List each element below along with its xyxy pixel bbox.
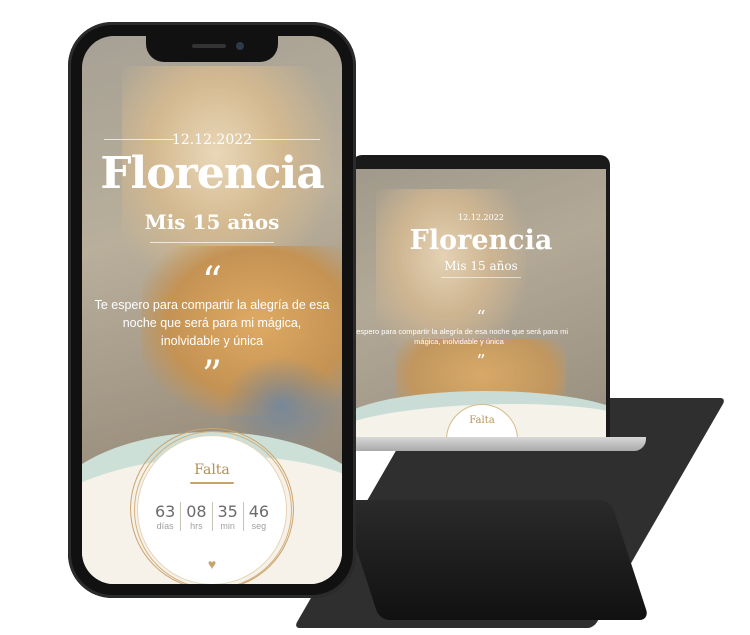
phone-mockup: 12.12.2022 Florencia Mis 15 años “ Te es… [68,22,356,598]
countdown-minutes: 35 min [213,502,244,531]
minutes-value: 35 [217,502,238,521]
phone-shadow [340,500,650,620]
countdown-hours: 08 hrs [181,502,213,531]
phone-screen: 12.12.2022 Florencia Mis 15 años “ Te es… [82,36,342,584]
phone-notch [146,36,278,62]
invitation-message: Te espero para compartir la alegría de e… [94,298,330,348]
laptop-divider [441,277,521,278]
days-value: 63 [154,502,176,521]
laptop-countdown-title: Falta [469,415,495,426]
countdown-units: 63 días 08 hrs 35 min 46 seg [150,502,274,531]
laptop-date: 12.12.2022 [458,213,504,222]
laptop-subtitle: Mis 15 años [444,259,518,273]
flourish-divider [190,482,234,484]
subtitle-divider [150,242,274,243]
speaker-grille [192,44,226,48]
days-label: días [156,521,174,531]
countdown-seconds: 46 seg [244,502,274,531]
seconds-value: 46 [248,502,270,521]
laptop-screen: 12.12.2022 Florencia Mis 15 años “ e esp… [356,169,606,437]
date-divider-right [250,139,320,140]
quote-close-icon: ” [476,351,486,372]
quote-close-icon: ” [201,353,223,399]
countdown-circle: Falta 63 días 08 hrs 35 min 46 seg ♥ [138,436,286,584]
hours-label: hrs [190,521,203,531]
countdown-title: Falta [194,462,230,478]
event-subtitle: Mis 15 años [144,210,280,234]
laptop-lid: 12.12.2022 Florencia Mis 15 años “ e esp… [352,155,610,437]
guest-name: Florencia [100,148,324,199]
heart-icon: ♥ [207,556,217,572]
laptop-message: e espero para compartir la alegría de es… [356,327,569,346]
seconds-label: seg [251,521,267,531]
laptop-name: Florencia [409,225,553,256]
quote-open-icon: “ [476,307,486,328]
hours-value: 08 [186,502,207,521]
camera-icon [236,42,244,50]
countdown-days: 63 días [150,502,182,531]
minutes-label: min [220,521,235,531]
event-date: 12.12.2022 [171,132,253,148]
laptop-base [346,437,646,451]
laptop-mockup: 12.12.2022 Florencia Mis 15 años “ e esp… [346,155,646,455]
